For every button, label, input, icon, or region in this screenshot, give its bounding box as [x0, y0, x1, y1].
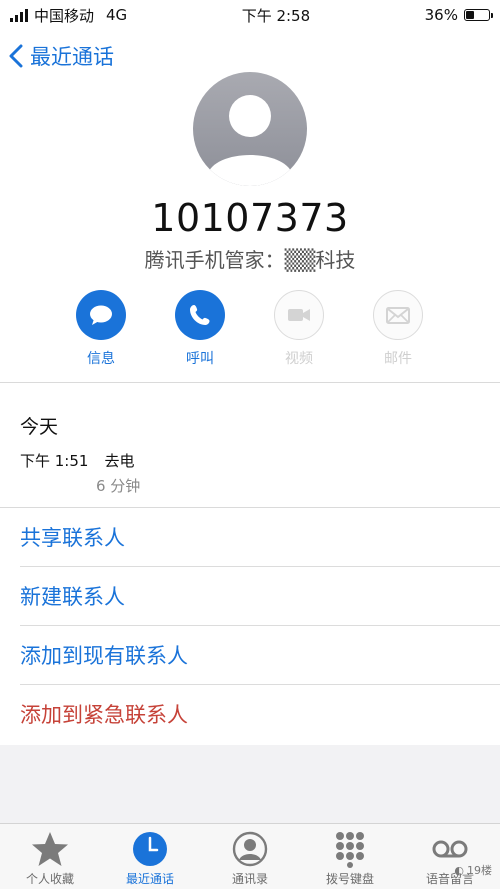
status-left: 中国移动 4G: [10, 5, 127, 26]
phone-icon: [190, 305, 210, 325]
mail-circle: [373, 290, 423, 340]
status-bar: 中国移动 4G 下午 2:58 36%: [0, 0, 500, 30]
call-log-entry: 下午 1:51 去电: [20, 450, 134, 471]
video-circle: [274, 290, 324, 340]
keypad-icon: [336, 832, 364, 868]
message-circle: [76, 290, 126, 340]
battery-percent: 36%: [424, 6, 458, 24]
tab-label: 最近通话: [125, 872, 174, 886]
person-silhouette-icon: [207, 95, 293, 186]
back-label: 最近通话: [30, 45, 114, 69]
action-row: 信息 呼叫 视频 邮件: [0, 290, 500, 370]
status-right: 36%: [424, 6, 493, 24]
watermark: ◐ 19楼: [454, 862, 492, 878]
add-to-existing-contact-option[interactable]: 添加到现有联系人: [20, 626, 500, 684]
clock-icon: [133, 832, 167, 866]
tab-favorites[interactable]: 个人收藏: [0, 830, 100, 887]
network-type: 4G: [106, 6, 128, 24]
tab-label: 通讯录: [231, 872, 268, 886]
tab-label: 拨号键盘: [325, 872, 374, 886]
create-contact-option[interactable]: 新建联系人: [20, 567, 500, 625]
empty-gray-area: [0, 745, 500, 823]
video-icon: [288, 309, 310, 321]
call-type: 去电: [104, 452, 135, 470]
share-contact-option[interactable]: 共享联系人: [20, 508, 500, 566]
call-button[interactable]: 呼叫: [160, 290, 240, 368]
tab-contacts[interactable]: 通讯录: [200, 830, 300, 887]
call-circle: [175, 290, 225, 340]
status-time: 下午 2:58: [241, 6, 311, 25]
message-label: 信息: [87, 351, 115, 367]
tab-keypad[interactable]: 拨号键盘: [300, 830, 400, 887]
carrier-name: 中国移动: [34, 6, 95, 25]
back-button[interactable]: 最近通话: [8, 40, 114, 72]
signal-strength-icon: [10, 8, 28, 22]
tab-voicemail[interactable]: 语音留言: [400, 830, 500, 887]
call-label: 呼叫: [186, 351, 214, 367]
message-button[interactable]: 信息: [61, 290, 141, 368]
video-button[interactable]: 视频: [259, 290, 339, 368]
call-time: 下午 1:51: [20, 452, 89, 470]
mail-icon: [386, 307, 410, 324]
mail-label: 邮件: [384, 351, 412, 367]
contact-avatar: [193, 72, 307, 186]
watermark-text: 19楼: [467, 864, 492, 877]
battery-icon: [463, 9, 493, 21]
video-label: 视频: [285, 351, 313, 367]
tab-recents[interactable]: 最近通话: [100, 830, 200, 887]
tab-label: 个人收藏: [25, 872, 74, 886]
chevron-left-icon: [9, 44, 23, 68]
add-to-emergency-contact-option[interactable]: 添加到紧急联系人: [20, 685, 500, 743]
contact-label: 腾讯手机管家：▒▒科技: [144, 248, 356, 272]
star-icon: [32, 832, 68, 866]
watermark-logo-icon: ◐: [454, 863, 464, 877]
section-divider: [0, 382, 500, 383]
call-log-date: 今天: [20, 416, 59, 438]
contact-number: 10107373: [151, 196, 349, 240]
call-duration: 6 分钟: [96, 477, 141, 495]
message-icon: [90, 305, 112, 325]
contacts-icon: [232, 831, 268, 867]
battery-level: [465, 11, 474, 19]
mail-button[interactable]: 邮件: [358, 290, 438, 368]
tab-bar: 个人收藏 最近通话 通讯录 拨号键盘 语音留言: [0, 823, 500, 889]
